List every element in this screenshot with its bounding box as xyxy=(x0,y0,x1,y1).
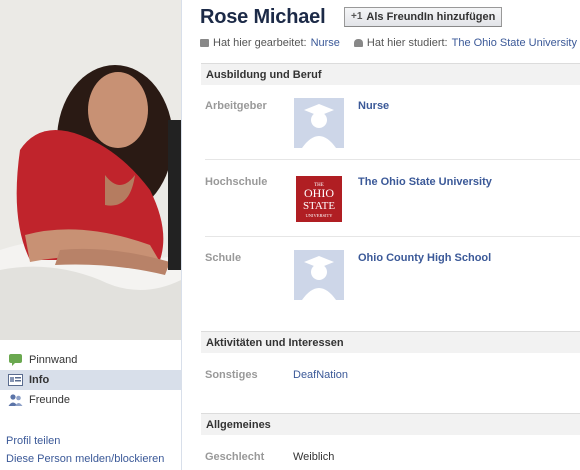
section-general-header: Allgemeines xyxy=(201,413,580,435)
section-activities-header: Aktivitäten und Interessen xyxy=(201,331,580,353)
nav-item-info[interactable]: Info xyxy=(0,370,181,390)
graduate-silhouette-icon xyxy=(294,250,344,300)
graduate-silhouette-icon xyxy=(294,98,344,148)
logo-text-state: STATE xyxy=(303,200,335,212)
ohio-state-logo[interactable]: THE OHIO STATE UNIVERSITY xyxy=(296,176,342,222)
worked-prefix: Hat hier gearbeitet: xyxy=(213,37,307,49)
school-thumbnail[interactable] xyxy=(294,250,344,300)
nav-item-label: Info xyxy=(29,374,50,386)
briefcase-icon xyxy=(200,39,209,47)
row-divider xyxy=(205,159,580,160)
report-block-link[interactable]: Diese Person melden/blockieren xyxy=(6,450,164,468)
info-icon xyxy=(8,373,23,387)
logo-text-ohio: OHIO xyxy=(304,186,334,200)
logo-text-university: UNIVERSITY xyxy=(306,213,334,218)
profile-nav: Pinnwand Info Freunde xyxy=(0,350,181,410)
add-friend-button[interactable]: +1 Als FreundIn hinzufügen xyxy=(344,7,503,27)
nav-item-pinnwand[interactable]: Pinnwand xyxy=(0,350,181,370)
college-label: Hochschule xyxy=(205,176,268,188)
college-link[interactable]: The Ohio State University xyxy=(358,176,492,188)
interest-link[interactable]: DeafNation xyxy=(293,369,348,381)
employer-label: Arbeitgeber xyxy=(205,100,267,112)
employer-link[interactable]: Nurse xyxy=(358,100,389,112)
share-profile-link[interactable]: Profil teilen xyxy=(6,432,164,450)
school-label: Schule xyxy=(205,252,242,264)
school-link[interactable]: Ohio County High School xyxy=(358,252,491,264)
section-education-header: Ausbildung und Beruf xyxy=(201,63,580,85)
left-column: Pinnwand Info Freunde Profil teilen Dies… xyxy=(0,0,182,470)
profile-photo[interactable] xyxy=(0,0,181,340)
row-divider xyxy=(205,236,580,237)
add-friend-label: Als FreundIn hinzufügen xyxy=(366,11,496,23)
nav-item-label: Pinnwand xyxy=(29,354,78,366)
worked-link[interactable]: Nurse xyxy=(311,37,340,49)
gender-label: Geschlecht xyxy=(205,451,265,463)
friends-icon xyxy=(8,393,23,407)
nav-item-freunde[interactable]: Freunde xyxy=(0,390,181,410)
nav-item-label: Freunde xyxy=(29,394,70,406)
wall-icon xyxy=(8,353,23,367)
graduation-cap-icon xyxy=(353,39,363,47)
studied-prefix: Hat hier studiert: xyxy=(366,37,448,49)
other-label: Sonstiges xyxy=(205,369,258,381)
profile-actions: Profil teilen Diese Person melden/blocki… xyxy=(6,432,164,468)
profile-photo-image xyxy=(0,0,181,340)
studied-link[interactable]: The Ohio State University xyxy=(452,37,577,49)
gender-value: Weiblich xyxy=(293,451,335,463)
profile-summary: Hat hier gearbeitet: Nurse Hat hier stud… xyxy=(200,37,577,49)
profile-name: Rose Michael xyxy=(200,6,326,28)
employer-thumbnail[interactable] xyxy=(294,98,344,148)
ohio-state-logo-image: THE OHIO STATE UNIVERSITY xyxy=(296,176,342,222)
add-friend-icon: +1 xyxy=(351,11,363,22)
